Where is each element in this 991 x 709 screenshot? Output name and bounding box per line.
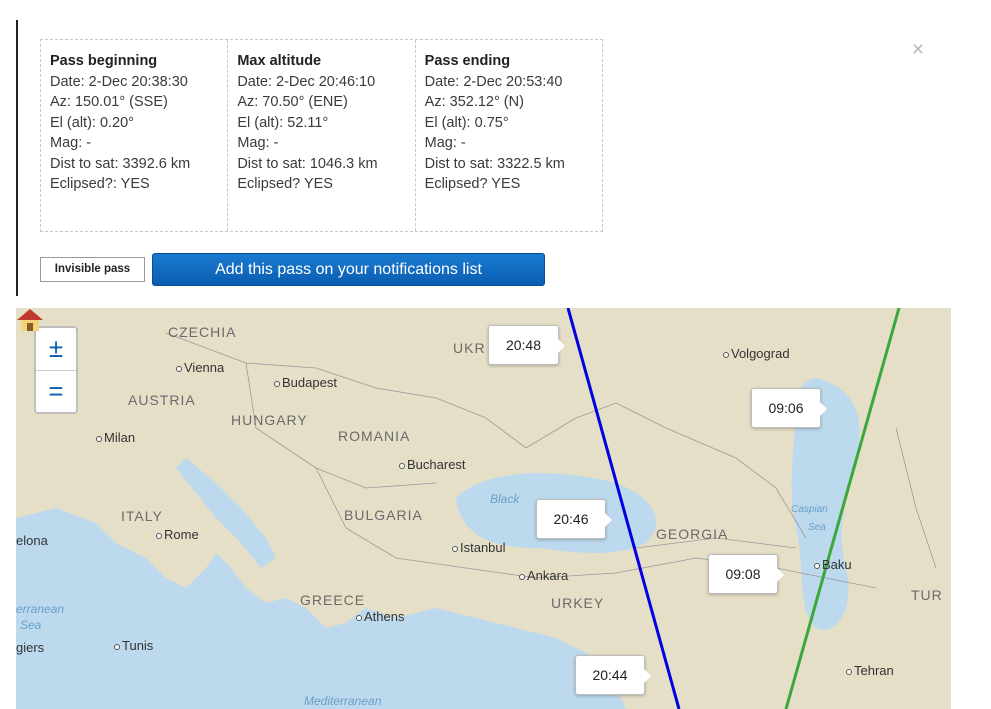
pass-map[interactable]: ± = CZECHIA AUSTRIA HUNGARY ROMANIA UKR … bbox=[16, 308, 951, 709]
country-label-austria: AUSTRIA bbox=[128, 392, 196, 408]
pass-beginning-elevation: El (alt): 0.20° bbox=[50, 114, 134, 131]
page-left-border bbox=[16, 20, 18, 296]
city-label-istanbul: Istanbul bbox=[452, 540, 506, 555]
max-altitude-date: Date: 2-Dec 20:46:10 bbox=[237, 73, 376, 90]
city-label-baku: Baku bbox=[814, 557, 852, 572]
pass-ending-elevation: El (alt): 0.75° bbox=[424, 114, 509, 131]
sea-label-caspian: Caspian bbox=[791, 504, 828, 515]
max-altitude-eclipsed: Eclipsed? YES bbox=[237, 176, 333, 192]
sea-label-mediterranean: erranean bbox=[16, 602, 65, 616]
track-time-label-2048: 20:48 bbox=[488, 325, 565, 365]
add-to-notifications-button[interactable]: Add this pass on your notifications list bbox=[152, 253, 545, 286]
track-time-label-2046: 20:46 bbox=[536, 499, 612, 539]
pass-beginning-date: Date: 2-Dec 20:38:30 bbox=[50, 73, 188, 90]
pass-beginning-heading: Pass beginning bbox=[50, 53, 158, 69]
city-label-tunis: Tunis bbox=[114, 638, 153, 653]
country-label-romania: ROMANIA bbox=[338, 428, 411, 444]
pass-beginning-column: Pass beginning Date: 2-Dec 20:38:30 Az: … bbox=[41, 40, 227, 231]
track-time-label-0906: 09:06 bbox=[751, 388, 827, 428]
sea-label-caspian-sea: Sea bbox=[808, 522, 826, 533]
max-altitude-elevation: El (alt): 52.11° bbox=[237, 114, 329, 131]
max-altitude-heading: Max altitude bbox=[237, 53, 322, 69]
city-label-ankara: Ankara bbox=[519, 568, 568, 583]
country-label-georgia: GEORGIA bbox=[656, 526, 729, 542]
max-altitude-distance: Dist to sat: 1046.3 km bbox=[237, 155, 378, 172]
city-label-budapest: Budapest bbox=[274, 375, 337, 390]
pass-beginning-magnitude: Mag: - bbox=[50, 135, 92, 151]
country-label-iran: TUR bbox=[911, 587, 943, 603]
city-label-milan: Milan bbox=[96, 430, 135, 445]
city-label-volgograd: Volgograd bbox=[723, 346, 790, 361]
zoom-out-button[interactable]: = bbox=[36, 371, 76, 413]
country-label-italy: ITALY bbox=[121, 508, 163, 524]
invisible-pass-badge: Invisible pass bbox=[40, 257, 145, 282]
country-label-czechia: CZECHIA bbox=[168, 324, 237, 340]
pass-beginning-azimuth: Az: 150.01° (SSE) bbox=[50, 94, 168, 110]
pass-beginning-eclipsed: Eclipsed?: YES bbox=[50, 176, 150, 192]
max-altitude-magnitude: Mag: - bbox=[237, 135, 279, 151]
country-label-hungary: HUNGARY bbox=[231, 412, 308, 428]
pass-ending-heading: Pass ending bbox=[424, 53, 511, 69]
zoom-in-button[interactable]: ± bbox=[36, 328, 76, 371]
city-label-athens: Athens bbox=[356, 609, 404, 624]
pass-ending-magnitude: Mag: - bbox=[424, 135, 466, 151]
close-icon[interactable]: × bbox=[908, 39, 928, 60]
country-label-greece: GREECE bbox=[300, 592, 366, 608]
city-label-bucharest: Bucharest bbox=[399, 457, 466, 472]
pass-ending-date: Date: 2-Dec 20:53:40 bbox=[424, 73, 563, 90]
city-label-tehran: Tehran bbox=[846, 663, 894, 678]
pass-ending-distance: Dist to sat: 3322.5 km bbox=[424, 155, 565, 172]
pass-beginning-distance: Dist to sat: 3392.6 km bbox=[50, 155, 191, 172]
city-label-vienna: Vienna bbox=[176, 360, 224, 375]
country-label-turkey: URKEY bbox=[551, 595, 605, 611]
max-altitude-azimuth: Az: 70.50° (ENE) bbox=[237, 94, 348, 110]
country-label-ukraine: UKR bbox=[453, 340, 486, 356]
sea-label-mediterranean-sea: Sea bbox=[20, 618, 42, 632]
max-altitude-column: Max altitude Date: 2-Dec 20:46:10 Az: 70… bbox=[227, 40, 414, 231]
sea-label-black-sea: Black bbox=[490, 492, 520, 506]
pass-ending-azimuth: Az: 352.12° (N) bbox=[424, 94, 524, 110]
sea-label-mediterranean-bottom: Mediterranean bbox=[304, 694, 382, 708]
city-label-barcelona: elona bbox=[16, 533, 48, 548]
country-label-bulgaria: BULGARIA bbox=[344, 507, 423, 523]
zoom-control: ± = bbox=[34, 326, 78, 414]
pass-ending-column: Pass ending Date: 2-Dec 20:53:40 Az: 352… bbox=[414, 40, 602, 231]
city-label-rome: Rome bbox=[156, 527, 199, 542]
track-time-label-0908: 09:08 bbox=[708, 554, 784, 594]
city-label-algiers: giers bbox=[16, 640, 45, 655]
pass-details-table: Pass beginning Date: 2-Dec 20:38:30 Az: … bbox=[40, 39, 603, 232]
track-time-label-2044: 20:44 bbox=[575, 655, 651, 695]
pass-ending-eclipsed: Eclipsed? YES bbox=[424, 176, 521, 192]
observer-location-icon bbox=[17, 309, 43, 331]
